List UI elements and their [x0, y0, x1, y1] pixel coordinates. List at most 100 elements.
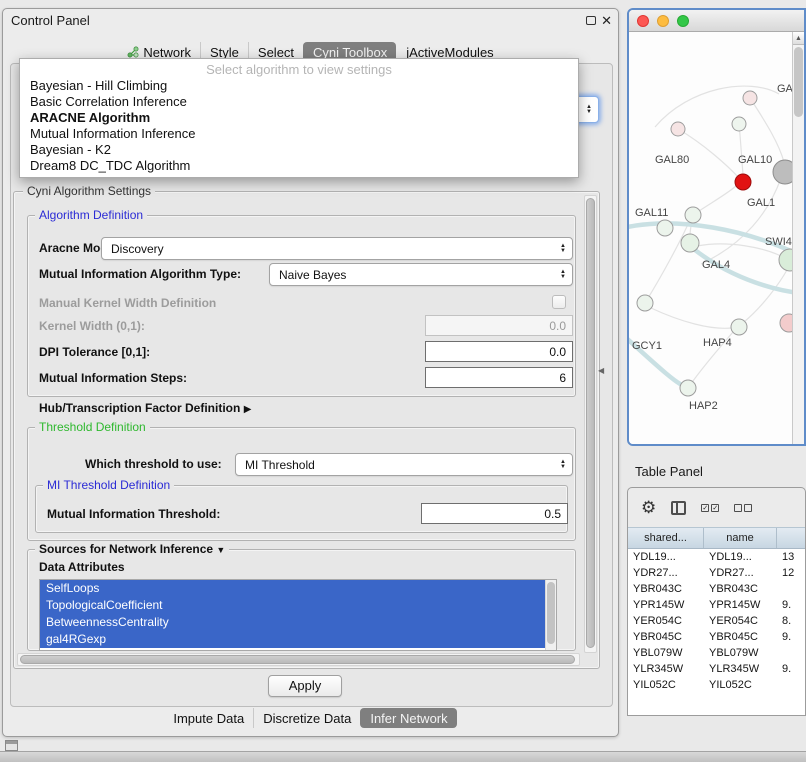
network-node-mid-green[interactable]	[685, 207, 701, 223]
hub-section-toggle[interactable]: Hub/Transcription Factor Definition ▶	[39, 401, 251, 417]
manual-kernel-width-label: Manual Kernel Width Definition	[39, 296, 216, 311]
node-label-swi4: SWI4	[765, 236, 792, 248]
data-attributes-label: Data Attributes	[39, 560, 125, 575]
network-node-gal4[interactable]	[681, 234, 699, 252]
table-row-ypr145w[interactable]: YPR145WYPR145W9.	[628, 597, 805, 613]
tab-impute-data[interactable]: Impute Data	[164, 708, 253, 728]
table-cell: YBR045C	[704, 629, 777, 645]
table-cell: YBR043C	[704, 581, 777, 597]
list-scrollbar-thumb[interactable]	[547, 582, 555, 644]
aracne-mode-select[interactable]: Discovery ▲▼	[101, 237, 573, 260]
dpi-tolerance-input[interactable]: 0.0	[425, 341, 573, 362]
mi-algorithm-type-select[interactable]: Naive Bayes ▲▼	[269, 263, 573, 286]
network-node-gcy1[interactable]	[637, 295, 653, 311]
tab-infer-network[interactable]: Infer Network	[360, 708, 456, 728]
scroll-up-icon[interactable]: ▲	[793, 32, 804, 45]
table-row-ylr345w[interactable]: YLR345WYLR345W9.	[628, 661, 805, 677]
algorithm-option-bayesian-k2[interactable]: Bayesian - K2	[20, 142, 578, 158]
table-row-yer054c[interactable]: YER054CYER054C8.	[628, 613, 805, 629]
table-row-ybr045c[interactable]: YBR045CYBR045C9.	[628, 629, 805, 645]
kernel-width-input: 0.0	[425, 315, 573, 336]
dpi-tolerance-label: DPI Tolerance [0,1]:	[39, 345, 150, 360]
table-cell: YER054C	[628, 613, 704, 629]
deselect-all-icon[interactable]	[734, 504, 752, 512]
table-cell	[777, 645, 805, 661]
algorithm-option-bayesian-hill-climbing[interactable]: Bayesian - Hill Climbing	[20, 78, 578, 94]
mi-steps-label: Mutual Information Steps:	[39, 371, 187, 386]
manual-kernel-width-checkbox[interactable]	[552, 295, 566, 309]
tab-discretize-data[interactable]: Discretize Data	[253, 708, 360, 728]
column-header-col[interactable]	[777, 528, 805, 548]
kernel-width-label: Kernel Width (0,1):	[39, 319, 145, 334]
columns-icon[interactable]	[671, 501, 686, 515]
settings-vertical-scrollbar[interactable]	[584, 195, 597, 653]
which-threshold-select[interactable]: MI Threshold ▲▼	[235, 453, 573, 476]
list-scrollbar[interactable]	[545, 580, 556, 650]
table-cell: YDL19...	[628, 549, 704, 565]
data-attributes-list[interactable]: SelfLoopsTopologicalCoefficientBetweenne…	[39, 579, 557, 651]
node-label-hap4: HAP4	[703, 337, 732, 349]
node-label-gal10: GAL10	[738, 154, 772, 166]
select-all-icon[interactable]: ✓ ✓	[701, 504, 719, 512]
attribute-gal4rgexp[interactable]: gal4RGexp	[40, 631, 546, 648]
gear-icon[interactable]: ⚙	[641, 499, 656, 516]
table-row-ybl079w[interactable]: YBL079WYBL079W	[628, 645, 805, 661]
network-scrollbar-thumb[interactable]	[794, 47, 803, 117]
splitter-collapse-icon[interactable]: ◀	[598, 366, 604, 375]
column-header-name[interactable]: name	[704, 528, 777, 548]
settings-vertical-scrollbar-thumb[interactable]	[586, 198, 595, 648]
zoom-traffic-light-icon[interactable]	[677, 15, 689, 27]
table-cell: YIL052C	[704, 677, 777, 693]
tab-label: Infer Network	[370, 711, 447, 726]
network-node-gal11[interactable]	[657, 220, 673, 236]
table-row-ybr043c[interactable]: YBR043CYBR043C	[628, 581, 805, 597]
close-traffic-light-icon[interactable]	[637, 15, 649, 27]
column-header-shared[interactable]: shared...	[628, 528, 704, 548]
table-cell	[777, 581, 805, 597]
apply-button[interactable]: Apply	[268, 675, 342, 697]
restore-panel-icon[interactable]	[5, 740, 18, 751]
table-cell: YIL052C	[628, 677, 704, 693]
close-window-icon[interactable]: ✕	[601, 13, 612, 29]
settings-horizontal-scrollbar[interactable]	[17, 653, 580, 666]
unchecked-box-icon	[744, 504, 752, 512]
table-row-ydr27[interactable]: YDR27...YDR27...12	[628, 565, 805, 581]
network-node-gal80[interactable]	[671, 122, 685, 136]
network-vertical-scrollbar[interactable]: ▲	[792, 32, 804, 445]
algorithm-definition-title: Algorithm Definition	[35, 208, 147, 222]
algorithm-option-mutual-information-inference[interactable]: Mutual Information Inference	[20, 126, 578, 142]
minimize-traffic-light-icon[interactable]	[657, 15, 669, 27]
sources-section-toggle[interactable]: Sources for Network Inference ▼	[35, 542, 229, 556]
attribute-betweennesscentrality[interactable]: BetweennessCentrality	[40, 614, 546, 631]
float-window-icon[interactable]	[586, 16, 596, 25]
table-cell: YBL079W	[628, 645, 704, 661]
table-cell: 9.	[777, 597, 805, 613]
checked-box-icon: ✓	[711, 504, 719, 512]
network-node-hap4[interactable]	[731, 319, 747, 335]
network-node-gal1-red[interactable]	[735, 174, 751, 190]
algorithm-option-dream8-dc-tdc-algorithm[interactable]: Dream8 DC_TDC Algorithm	[20, 158, 578, 174]
network-canvas[interactable]: GALGAL80GAL10GAL11GAL1SWI4GAL4GCY1HAP4HA…	[629, 32, 804, 445]
network-node-above-gal10[interactable]	[732, 117, 746, 131]
combo-arrows-icon: ▲▼	[560, 460, 566, 470]
algorithm-option-basic-correlation-inference[interactable]: Basic Correlation Inference	[20, 94, 578, 110]
table-cell: YPR145W	[628, 597, 704, 613]
network-node-hap2[interactable]	[680, 380, 696, 396]
table-row-yil052c[interactable]: YIL052CYIL052C	[628, 677, 805, 693]
cyni-bottom-tabbar: Impute DataDiscretize Data Infer Network	[3, 707, 618, 729]
algorithm-option-aracne-algorithm[interactable]: ARACNE Algorithm	[20, 110, 578, 126]
control-panel-titlebar[interactable]: Control Panel ✕	[3, 9, 618, 33]
table-row-ydl19[interactable]: YDL19...YDL19...13	[628, 549, 805, 565]
attribute-selfloops[interactable]: SelfLoops	[40, 580, 546, 597]
node-label-hap2: HAP2	[689, 400, 718, 412]
network-window-titlebar[interactable]	[629, 10, 804, 32]
expand-right-icon: ▶	[244, 404, 252, 415]
sources-section-label: Sources for Network Inference	[39, 542, 213, 556]
network-node-top-pink[interactable]	[743, 91, 757, 105]
attribute-topologicalcoefficient[interactable]: TopologicalCoefficient	[40, 597, 546, 614]
settings-horizontal-scrollbar-thumb[interactable]	[20, 655, 575, 664]
mi-steps-input[interactable]: 6	[425, 367, 573, 388]
table-cell: 9.	[777, 629, 805, 645]
cyni-algorithm-settings-title: Cyni Algorithm Settings	[23, 184, 155, 198]
mi-threshold-input[interactable]: 0.5	[421, 503, 568, 524]
